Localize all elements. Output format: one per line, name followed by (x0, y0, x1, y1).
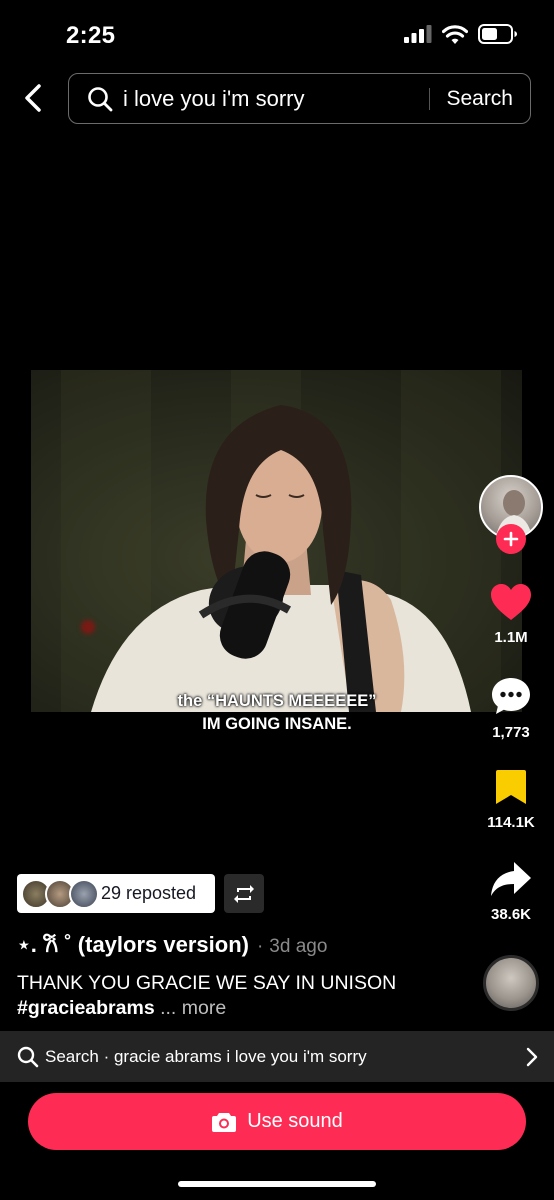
bookmark-icon (496, 770, 526, 804)
search-button[interactable]: Search (430, 87, 530, 111)
comment-icon (492, 678, 530, 714)
heart-icon (491, 584, 531, 620)
chevron-right-icon (526, 1047, 538, 1067)
use-sound-label: Use sound (247, 1110, 343, 1132)
author-separator: · (256, 936, 264, 957)
related-search-bar[interactable]: Search · gracie abrams i love you i'm so… (0, 1031, 554, 1082)
reposter-avatars (21, 878, 99, 909)
battery-icon (478, 24, 517, 44)
reposted-label: 29 reposted (101, 883, 197, 903)
plus-icon (503, 531, 519, 547)
post-time: 3d ago (269, 936, 328, 957)
home-indicator[interactable] (178, 1181, 376, 1187)
reposter-avatar (69, 878, 99, 909)
related-search-text: Search · gracie abrams i love you i'm so… (45, 1046, 367, 1066)
use-sound-button[interactable]: Use sound (28, 1093, 526, 1150)
chevron-left-icon (25, 84, 41, 112)
share-count: 38.6K (490, 906, 532, 923)
like-count: 1.1M (494, 629, 528, 646)
search-box[interactable]: i love you i'm sorry Search (68, 73, 531, 124)
comment-count: 1,773 (492, 724, 530, 741)
repost-icon (234, 884, 254, 903)
signal-icon (404, 25, 432, 43)
video-subtitle-line-2: IM GOING INSANE. (202, 715, 352, 733)
caption-hashtag[interactable]: #gracieabrams (17, 997, 155, 1019)
comment-button[interactable]: 1,773 (476, 676, 546, 741)
status-time: 2:25 (66, 22, 116, 49)
share-arrow-icon (491, 862, 531, 896)
singer-figure (91, 405, 471, 712)
search-icon (87, 85, 115, 113)
search-query[interactable]: i love you i'm sorry (123, 86, 429, 112)
like-button[interactable]: 1.1M (476, 583, 546, 646)
video-player[interactable] (31, 370, 522, 712)
video-subtitle-line-1: the “HAUNTS MEEEEEE” (177, 692, 377, 710)
reposted-chip[interactable]: 29 reposted (17, 874, 215, 913)
sound-disc[interactable] (483, 955, 539, 1011)
caption-text: THANK YOU GRACIE WE SAY IN UNISON (17, 972, 397, 994)
share-button[interactable]: 38.6K (476, 860, 546, 923)
caption-more[interactable]: ... more (160, 997, 226, 1019)
follow-button[interactable] (496, 524, 526, 554)
repost-button[interactable] (224, 874, 264, 913)
save-count: 114.1K (487, 814, 535, 831)
author-line: ⋆. 𐙚 ˚ (taylors version) · 3d ago (17, 929, 327, 959)
back-button[interactable] (14, 78, 52, 118)
video-caption[interactable]: THANK YOU GRACIE WE SAY IN UNISON #graci… (17, 971, 397, 1021)
wifi-icon (442, 24, 468, 44)
camera-icon (212, 1112, 237, 1132)
status-icons (404, 24, 518, 44)
save-button[interactable]: 114.1K (476, 768, 546, 831)
author-name[interactable]: ⋆. 𐙚 ˚ (taylors version) (17, 929, 249, 959)
search-icon (17, 1046, 41, 1068)
